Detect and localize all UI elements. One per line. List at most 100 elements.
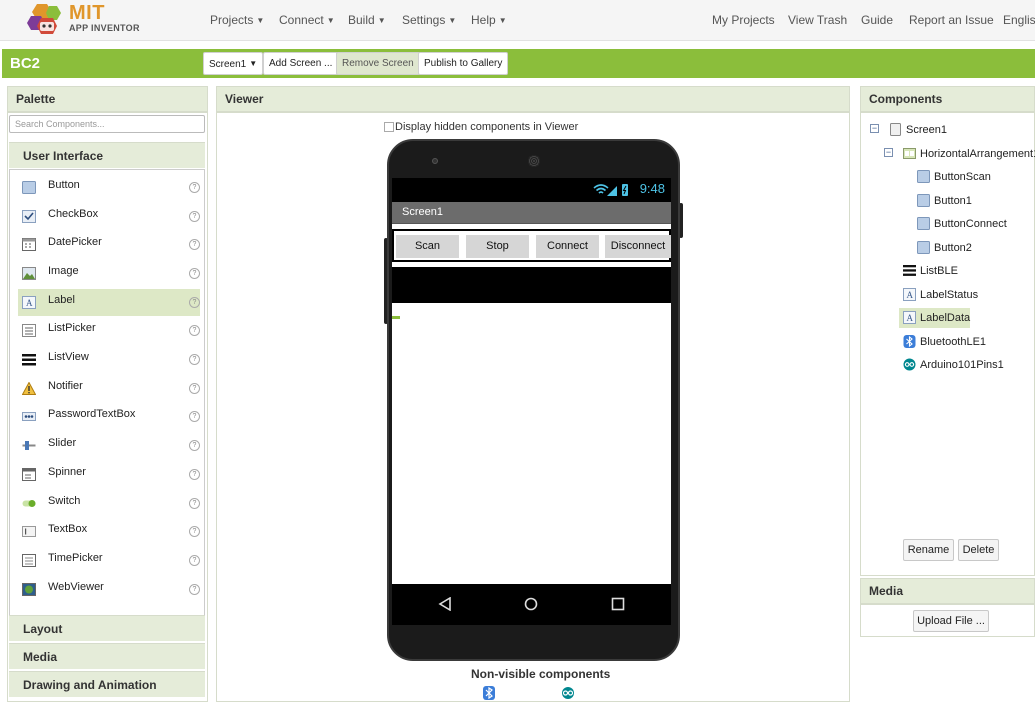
menu-connect[interactable]: Connect ▼ <box>279 13 335 27</box>
tree-node-screen1[interactable]: Screen1 <box>885 120 1015 140</box>
menu-settings[interactable]: Settings ▼ <box>402 13 456 27</box>
svg-text:A: A <box>26 298 33 308</box>
menu-help[interactable]: Help ▼ <box>471 13 507 27</box>
tree-node-listble[interactable]: ListBLE <box>899 261 1009 281</box>
help-icon[interactable]: ? <box>189 182 200 193</box>
palette-item-label: PasswordTextBox <box>48 408 136 420</box>
tree-node-labeldata-selected[interactable]: A LabelData <box>899 308 970 328</box>
button-scan[interactable]: Scan <box>396 235 459 258</box>
palette-item-label-selected[interactable]: A Label ? <box>18 289 200 316</box>
palette-item-label: CheckBox <box>48 208 99 220</box>
rename-button[interactable]: Rename <box>903 539 954 561</box>
screen-select[interactable]: Screen1 ▼ <box>203 52 264 75</box>
help-icon[interactable]: ? <box>189 498 200 509</box>
palette-item-listpicker[interactable]: ListPicker ? <box>18 317 200 344</box>
category-media[interactable]: Media <box>9 643 205 669</box>
help-icon[interactable]: ? <box>189 211 200 222</box>
menu-projects[interactable]: Projects ▼ <box>210 13 264 27</box>
category-user-interface[interactable]: User Interface <box>9 142 205 168</box>
horizontal-arrangement[interactable]: Scan Stop Connect Disconnect <box>392 229 671 262</box>
link-guide[interactable]: Guide <box>861 13 893 27</box>
palette-item-label: Notifier <box>48 380 83 392</box>
link-language[interactable]: English <box>1003 13 1035 27</box>
palette-item-slider[interactable]: Slider ? <box>18 432 200 459</box>
recents-icon <box>611 597 625 611</box>
button-connect[interactable]: Connect <box>536 235 599 258</box>
viewer-header: Viewer <box>216 86 850 112</box>
link-my-projects[interactable]: My Projects <box>712 13 775 27</box>
delete-button[interactable]: Delete <box>958 539 999 561</box>
tree-node-button1[interactable]: Button1 <box>913 191 1023 211</box>
collapse-screen1-icon[interactable]: − <box>870 124 879 133</box>
menu-build[interactable]: Build ▼ <box>348 13 386 27</box>
project-toolbar: BC2 Screen1 ▼ Add Screen ... Remove Scree… <box>2 49 1035 78</box>
wifi-icon <box>593 184 609 194</box>
palette-item-checkbox[interactable]: CheckBox ? <box>18 203 200 230</box>
palette-item-passwordtextbox[interactable]: PasswordTextBox ? <box>18 403 200 430</box>
palette-item-spinner[interactable]: Spinner ? <box>18 461 200 488</box>
help-icon[interactable]: ? <box>189 440 200 451</box>
palette-item-label: Label <box>48 294 75 306</box>
tree-node-arduino101pins1[interactable]: Arduino101Pins1 <box>899 355 1009 375</box>
tree-node-labelstatus[interactable]: A LabelStatus <box>899 285 1009 305</box>
palette-item-image[interactable]: Image ? <box>18 260 200 287</box>
palette-item-textbox[interactable]: TextBox ? <box>18 518 200 545</box>
image-icon <box>22 267 36 280</box>
palette-item-webviewer[interactable]: WebViewer ? <box>18 576 200 603</box>
search-components-input[interactable]: Search Components... <box>9 115 205 133</box>
help-icon[interactable]: ? <box>189 555 200 566</box>
spinner-icon <box>22 468 36 481</box>
publish-gallery-button[interactable]: Publish to Gallery <box>418 52 509 75</box>
category-drawing-animation[interactable]: Drawing and Animation <box>9 671 205 697</box>
palette-item-notifier[interactable]: Notifier ? <box>18 375 200 402</box>
remove-screen-button[interactable]: Remove Screen <box>336 52 420 75</box>
help-icon[interactable]: ? <box>189 584 200 595</box>
svg-text:A: A <box>907 313 914 323</box>
palette-list: Button ? CheckBox ? DatePicker ? Image ?… <box>9 169 205 616</box>
palette-item-listview[interactable]: ListView ? <box>18 346 200 373</box>
palette-item-timepicker[interactable]: TimePicker ? <box>18 547 200 574</box>
help-icon[interactable]: ? <box>189 469 200 480</box>
status-icons <box>593 184 628 196</box>
help-icon[interactable]: ? <box>189 268 200 279</box>
status-time: 9:48 <box>639 181 665 196</box>
help-icon[interactable]: ? <box>189 354 200 365</box>
arduino-icon[interactable] <box>561 687 575 699</box>
link-view-trash[interactable]: View Trash <box>788 13 847 27</box>
tree-node-horizontalarrangement1[interactable]: HorizontalArrangement1 <box>899 144 1035 164</box>
display-hidden-checkbox[interactable] <box>384 122 394 132</box>
button-disconnect[interactable]: Disconnect <box>605 235 671 258</box>
bluetooth-icon[interactable] <box>483 686 495 700</box>
help-icon[interactable]: ? <box>189 239 200 250</box>
help-icon[interactable]: ? <box>189 411 200 422</box>
media-header: Media <box>860 578 1035 604</box>
help-icon[interactable]: ? <box>189 325 200 336</box>
listview-ble[interactable] <box>392 264 671 303</box>
upload-file-button[interactable]: Upload File ... <box>913 610 989 632</box>
slider-icon <box>22 441 36 450</box>
button-stop[interactable]: Stop <box>466 235 529 258</box>
tree-node-buttonscan[interactable]: ButtonScan <box>913 167 1023 187</box>
tree-node-button2[interactable]: Button2 <box>913 238 1023 258</box>
help-icon[interactable]: ? <box>189 526 200 537</box>
help-icon[interactable]: ? <box>189 297 200 308</box>
link-report-issue[interactable]: Report an Issue <box>909 13 994 27</box>
svg-text:A: A <box>907 290 914 300</box>
app-inventor-logo[interactable]: MIT APP INVENTOR <box>27 2 139 36</box>
chevron-down-icon: ▼ <box>326 16 335 25</box>
help-icon[interactable]: ? <box>189 383 200 394</box>
collapse-horizontalarrangement1-icon[interactable]: − <box>884 148 893 157</box>
chevron-down-icon: ▼ <box>249 59 258 68</box>
button-icon <box>917 194 930 207</box>
webviewer-icon <box>22 583 36 596</box>
palette-item-switch[interactable]: Switch ? <box>18 490 200 517</box>
category-layout[interactable]: Layout <box>9 615 205 641</box>
palette-item-datepicker[interactable]: DatePicker ? <box>18 231 200 258</box>
palette-item-button[interactable]: Button ? <box>18 174 200 201</box>
phone-status-bar: 9:48 <box>392 178 671 202</box>
palette-item-label: ListPicker <box>48 322 96 334</box>
labeldata-marker[interactable] <box>392 316 400 319</box>
add-screen-button[interactable]: Add Screen ... <box>263 52 339 75</box>
tree-node-bluetoothle1[interactable]: BluetoothLE1 <box>899 332 1009 352</box>
tree-node-buttonconnect[interactable]: ButtonConnect <box>913 214 1023 234</box>
